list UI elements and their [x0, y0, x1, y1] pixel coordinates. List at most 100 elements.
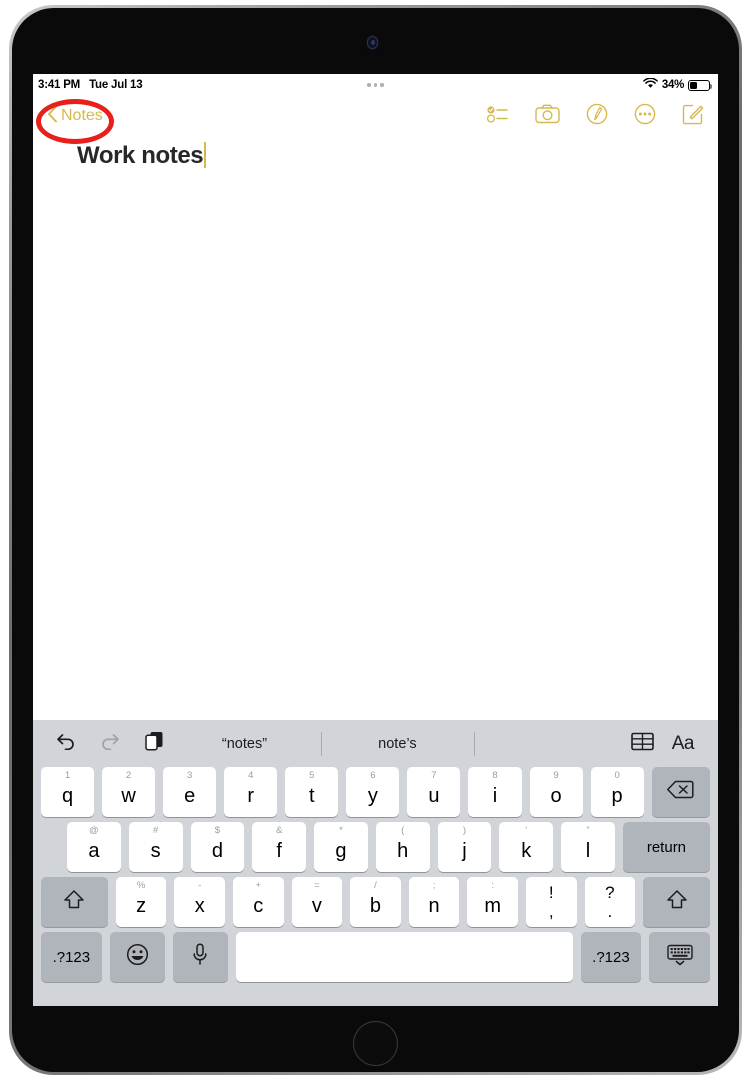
key-alt: ”: [586, 825, 590, 836]
home-button[interactable]: [353, 1021, 398, 1066]
redo-icon[interactable]: [100, 732, 121, 755]
keyboard-row-home: @ a # s $ d & f * g (h ) j ’ k ” l return: [37, 822, 714, 872]
key-v[interactable]: = v: [291, 877, 343, 927]
back-button[interactable]: Notes: [47, 105, 103, 128]
key-label: w: [121, 785, 136, 807]
key-numeric-left[interactable]: .?123: [41, 932, 102, 982]
more-icon[interactable]: [634, 103, 656, 130]
key-dictation[interactable]: [172, 932, 229, 982]
compose-icon[interactable]: [682, 103, 704, 130]
camera-icon[interactable]: [535, 104, 560, 129]
key-b[interactable]: / b: [350, 877, 401, 927]
key-label: m: [484, 895, 501, 917]
key-alt: /: [374, 880, 377, 891]
key-r[interactable]: 4r: [224, 767, 278, 817]
key-label: e: [184, 785, 196, 807]
key-numeric-right[interactable]: .?123: [580, 932, 642, 982]
undo-icon[interactable]: [55, 732, 76, 755]
back-button-label: Notes: [61, 107, 103, 124]
key-w[interactable]: 2w: [102, 767, 156, 817]
format-button[interactable]: Aa: [672, 733, 695, 755]
emoji-icon: [126, 943, 149, 971]
key-g[interactable]: * g: [314, 822, 368, 872]
key-p[interactable]: 0p: [590, 767, 644, 817]
key-s[interactable]: # s: [128, 822, 183, 872]
key-return[interactable]: return: [622, 822, 710, 872]
key-label: v: [311, 895, 322, 917]
note-title[interactable]: Work notes: [77, 141, 204, 171]
key-c[interactable]: + c: [232, 877, 284, 927]
key-label: o: [550, 785, 562, 807]
key-label: q: [61, 785, 74, 807]
note-editor[interactable]: Work notes: [33, 136, 718, 742]
key-j[interactable]: ) j: [437, 822, 492, 872]
key-alt: -: [198, 880, 202, 891]
key-q[interactable]: 1q: [41, 767, 95, 817]
table-icon[interactable]: [630, 732, 654, 756]
key-alt: *: [339, 825, 343, 836]
key-h[interactable]: (h: [375, 822, 430, 872]
paste-icon[interactable]: [145, 731, 164, 756]
microphone-icon: [192, 943, 208, 971]
key-alt: 2: [125, 770, 132, 781]
dismiss-keyboard-icon: [666, 944, 694, 971]
key-a[interactable]: @ a: [67, 822, 121, 872]
key-dismiss-keyboard[interactable]: [649, 932, 710, 982]
checklist-icon[interactable]: [486, 105, 509, 128]
key-f[interactable]: & f: [252, 822, 307, 872]
toolbar-actions: [486, 103, 710, 130]
key-n[interactable]: ; n: [408, 877, 460, 927]
ipad-device: 3:41 PM Tue Jul 13 34% Notes Work notes …: [0, 0, 751, 1080]
key-label: z: [136, 895, 147, 917]
key-x[interactable]: -x: [174, 877, 225, 927]
key-t[interactable]: 5t: [285, 767, 339, 817]
key-k[interactable]: ’ k: [499, 822, 554, 872]
key-label: i: [492, 785, 498, 807]
key-shift-right[interactable]: [643, 877, 710, 927]
key-label: p: [611, 785, 623, 807]
suggestion-item[interactable]: note’s: [320, 729, 474, 759]
multitask-dots-icon: [367, 83, 384, 87]
key-shift-left[interactable]: [41, 877, 108, 927]
key-z[interactable]: % z: [115, 877, 167, 927]
status-bar: 3:41 PM Tue Jul 13 34%: [33, 74, 718, 96]
key-e[interactable]: 3e: [163, 767, 217, 817]
key-m[interactable]: :m: [467, 877, 518, 927]
wifi-icon: [643, 77, 658, 92]
key-alt: (: [401, 825, 405, 836]
key-label: a: [88, 840, 100, 862]
key-i[interactable]: 8i: [468, 767, 522, 817]
key-u[interactable]: 7u: [407, 767, 461, 817]
key-l[interactable]: ” l: [561, 822, 615, 872]
suggestion-item[interactable]: [473, 729, 627, 759]
key-label: n: [428, 895, 440, 917]
key-question-period[interactable]: ? .: [584, 877, 636, 927]
shift-icon: [666, 889, 688, 915]
key-label: s: [150, 840, 161, 862]
front-camera-icon: [368, 37, 377, 48]
key-alt: ’: [525, 825, 528, 836]
key-space[interactable]: [236, 932, 573, 982]
key-alt: &: [276, 825, 283, 836]
key-alt: :: [491, 880, 494, 891]
key-label: b: [369, 895, 382, 917]
key-label: h: [397, 840, 409, 862]
key-label: ?: [605, 883, 615, 902]
markup-icon[interactable]: [586, 103, 608, 130]
key-y[interactable]: 6y: [346, 767, 400, 817]
key-o[interactable]: 9o: [529, 767, 583, 817]
chevron-left-icon: [47, 105, 58, 128]
key-sublabel: ,: [548, 902, 554, 921]
key-alt: 5: [309, 770, 315, 781]
suggestion-item[interactable]: “notes”: [168, 729, 321, 759]
key-alt: #: [153, 825, 159, 836]
key-label: return: [646, 838, 687, 856]
key-alt: 6: [370, 770, 376, 781]
key-label: .?123: [52, 948, 91, 966]
key-emoji[interactable]: [109, 932, 165, 982]
status-bar-right: 34%: [643, 77, 713, 92]
key-backspace[interactable]: [651, 767, 710, 817]
keyboard-row-shift: % z -x + c = v / b ; n :m ! , ? .: [37, 877, 714, 927]
key-exclaim-comma[interactable]: ! ,: [525, 877, 577, 927]
key-d[interactable]: $ d: [190, 822, 245, 872]
